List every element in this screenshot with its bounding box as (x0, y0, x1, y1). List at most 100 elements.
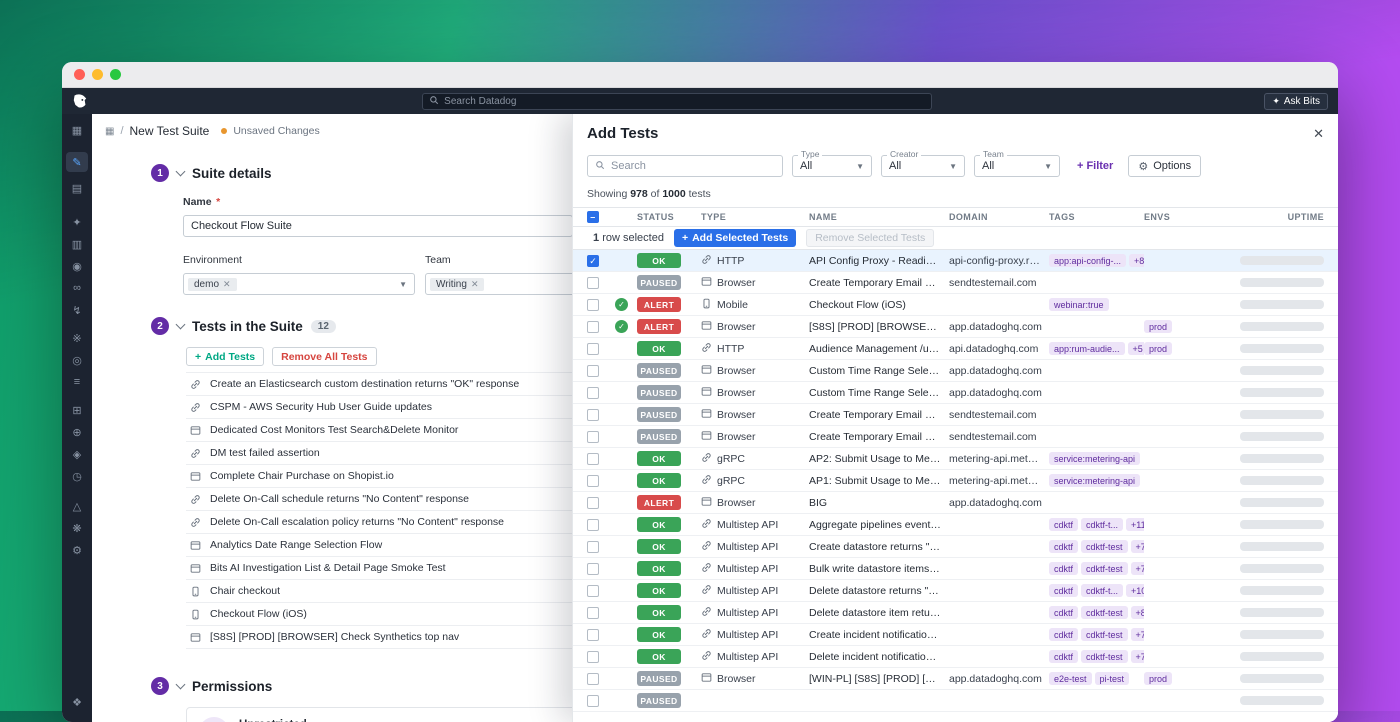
table-row[interactable]: OK Multistep API Create incident notific… (573, 624, 1338, 646)
table-row[interactable]: PAUSED Browser Create Temporary Email an… (573, 404, 1338, 426)
settings-icon[interactable]: ⚙ (66, 540, 88, 560)
team-filter-select[interactable]: Team All ▼ (974, 155, 1060, 177)
rum-icon[interactable]: ◎ (66, 350, 88, 370)
suite-name-input[interactable] (183, 215, 573, 237)
type-filter-select[interactable]: Type All ▼ (792, 155, 872, 177)
ask-bits-button[interactable]: ✦ Ask Bits (1264, 93, 1328, 110)
apps-grid-icon[interactable]: ▦ (66, 120, 88, 140)
row-checkbox[interactable] (587, 277, 599, 289)
services-icon[interactable]: ※ (66, 328, 88, 348)
add-tests-button[interactable]: + Add Tests (186, 347, 264, 366)
row-checkbox[interactable] (587, 321, 599, 333)
test-type-icon (701, 298, 712, 312)
row-checkbox[interactable] (587, 365, 599, 377)
close-icon[interactable]: ✕ (1313, 126, 1324, 142)
added-check-icon: ✓ (615, 298, 628, 311)
monitors-icon[interactable]: △ (66, 496, 88, 516)
row-checkbox[interactable] (587, 563, 599, 575)
row-checkbox[interactable] (587, 651, 599, 663)
remove-selected-tests-button[interactable]: Remove Selected Tests (806, 229, 934, 247)
table-row[interactable]: OK Multistep API Delete datastore item r… (573, 602, 1338, 624)
table-row[interactable]: OK Multistep API Aggregate pipelines eve… (573, 514, 1338, 536)
global-search-input[interactable] (444, 96, 925, 107)
row-checkbox[interactable] (587, 475, 599, 487)
notebook-icon[interactable]: ▤ (66, 178, 88, 198)
test-type-icon (701, 562, 712, 576)
chevron-down-icon[interactable] (176, 166, 186, 176)
metrics-icon[interactable]: ▥ (66, 234, 88, 254)
table-row[interactable]: ✓ ALERT Browser [S8S] [PROD] [BROWSER] C… (573, 316, 1338, 338)
row-checkbox[interactable] (587, 453, 599, 465)
row-checkbox[interactable] (587, 409, 599, 421)
table-row[interactable]: PAUSED Browser [WIN-PL] [S8S] [PROD] [BR… (573, 668, 1338, 690)
row-checkbox[interactable] (587, 431, 599, 443)
environment-tag: demo ✕ (188, 278, 237, 291)
select-all-checkbox[interactable]: – (587, 211, 599, 223)
remove-tag-icon[interactable]: ✕ (223, 279, 231, 290)
page-title: New Test Suite (130, 124, 210, 138)
table-row[interactable]: PAUSED Browser Create Temporary Email an… (573, 426, 1338, 448)
row-checkbox[interactable] (587, 673, 599, 685)
table-row[interactable]: PAUSED Browser Custom Time Range Selecti… (573, 360, 1338, 382)
row-checkbox[interactable] (587, 519, 599, 531)
table-row[interactable]: ✓ ALERT Mobile Checkout Flow (iOS) webin… (573, 294, 1338, 316)
bolt-icon[interactable]: ↯ (66, 300, 88, 320)
test-envs: prod (1144, 672, 1194, 685)
incidents-icon[interactable]: ❋ (66, 518, 88, 538)
table-row[interactable]: OK Multistep API Bulk write datastore it… (573, 558, 1338, 580)
creator-filter-select[interactable]: Creator All ▼ (881, 155, 965, 177)
table-row[interactable]: OK Multistep API Delete datastore return… (573, 580, 1338, 602)
chevron-down-icon[interactable] (176, 679, 186, 689)
row-checkbox[interactable] (587, 585, 599, 597)
chevron-down-icon[interactable] (176, 319, 186, 329)
row-checkbox[interactable] (587, 299, 599, 311)
remove-all-tests-button[interactable]: Remove All Tests (272, 347, 376, 366)
panel-search-input[interactable] (611, 160, 775, 172)
zoom-window-button[interactable] (110, 69, 121, 80)
row-checkbox[interactable] (587, 541, 599, 553)
added-check-icon (615, 430, 628, 443)
table-row[interactable]: ✓ OK HTTP API Config Proxy - Readiness C… (573, 250, 1338, 272)
table-row[interactable]: PAUSED Browser Create Temporary Email an… (573, 272, 1338, 294)
datadog-logo-icon[interactable] (72, 94, 90, 108)
test-type-icon (701, 408, 712, 422)
row-checkbox[interactable]: ✓ (587, 255, 599, 267)
add-filter-button[interactable]: + Filter (1077, 160, 1113, 172)
security-icon[interactable]: ◈ (66, 444, 88, 464)
dashboards-icon[interactable]: ◉ (66, 256, 88, 276)
table-row[interactable]: OK Multistep API Create datastore return… (573, 536, 1338, 558)
options-button[interactable]: ⚙ Options (1128, 155, 1201, 177)
table-row[interactable]: ALERT Browser BIG app.datadoghq.com (573, 492, 1338, 514)
table-row[interactable]: OK Multistep API Delete incident notific… (573, 646, 1338, 668)
tags-more-pill: +5 (1128, 342, 1144, 355)
uptime-bar (1240, 278, 1324, 287)
global-search[interactable] (422, 93, 932, 110)
table-row[interactable]: OK HTTP Audience Management /users/F... … (573, 338, 1338, 360)
add-selected-tests-button[interactable]: + Add Selected Tests (674, 229, 796, 247)
edit-icon[interactable]: ✎ (66, 152, 88, 172)
remove-tag-icon[interactable]: ✕ (471, 279, 479, 290)
paw-icon[interactable]: ❖ (66, 692, 88, 712)
tag-pill: cdktf-test (1081, 606, 1128, 619)
table-row[interactable]: PAUSED Browser Custom Time Range Selecti… (573, 382, 1338, 404)
ci-icon[interactable]: ⊞ (66, 400, 88, 420)
panel-search[interactable] (587, 155, 783, 177)
row-checkbox[interactable] (587, 607, 599, 619)
row-checkbox[interactable] (587, 695, 599, 707)
table-row[interactable]: OK gRPC AP2: Submit Usage to Metering ..… (573, 448, 1338, 470)
environment-select[interactable]: demo ✕ ▼ (183, 273, 415, 295)
row-checkbox[interactable] (587, 387, 599, 399)
logs-icon[interactable]: ≡ (66, 372, 88, 392)
watchdog-icon[interactable]: ✦ (66, 212, 88, 232)
table-row[interactable]: OK gRPC AP1: Submit Usage to Metering ..… (573, 470, 1338, 492)
uptime-bar (1240, 542, 1324, 551)
apm-icon[interactable]: ∞ (66, 278, 88, 298)
integrations-icon[interactable]: ⊕ (66, 422, 88, 442)
minimize-window-button[interactable] (92, 69, 103, 80)
row-checkbox[interactable] (587, 343, 599, 355)
table-row[interactable]: PAUSED (573, 690, 1338, 712)
synthetics-icon[interactable]: ◷ (66, 466, 88, 486)
row-checkbox[interactable] (587, 629, 599, 641)
row-checkbox[interactable] (587, 497, 599, 509)
close-window-button[interactable] (74, 69, 85, 80)
